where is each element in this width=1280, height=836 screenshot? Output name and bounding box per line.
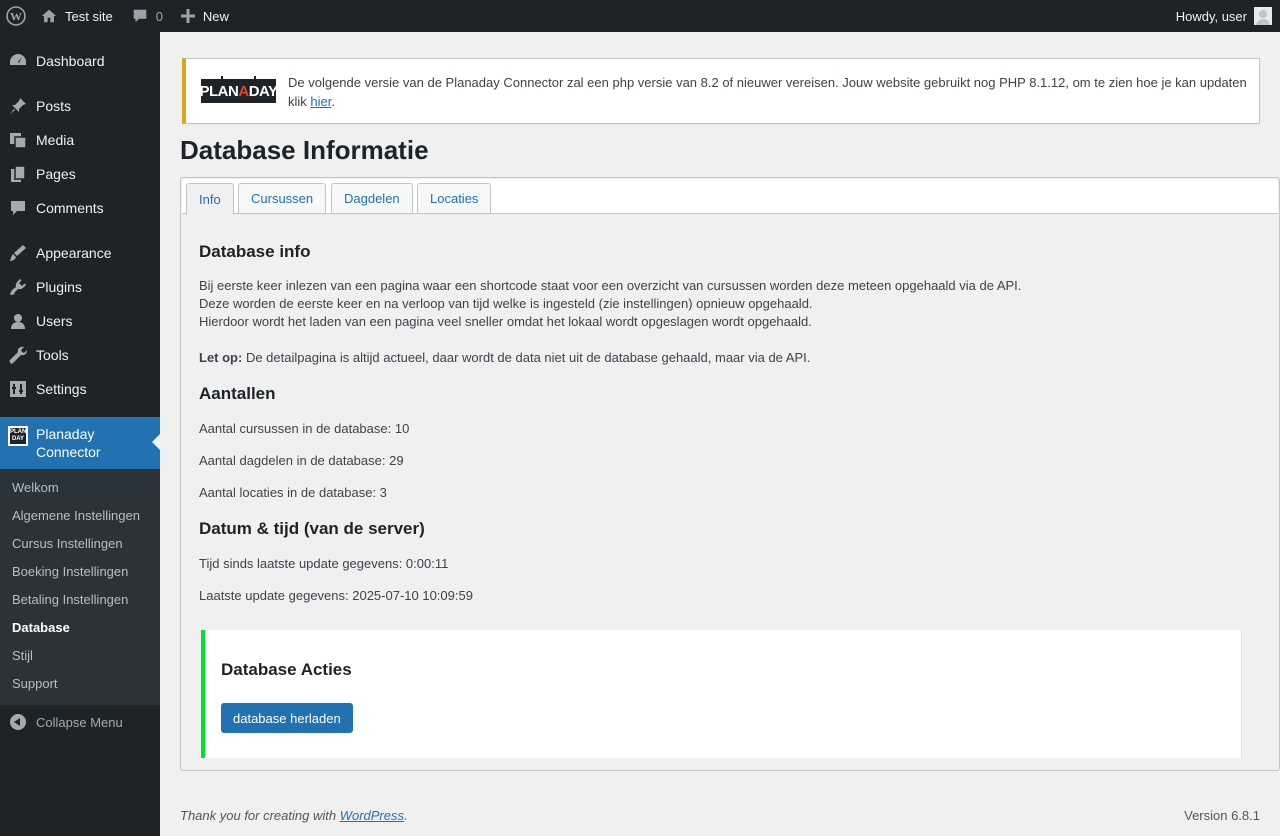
submenu-item-welkom[interactable]: Welkom	[12, 480, 59, 495]
last-update: Laatste update gegevens: 2025-07-10 10:0…	[199, 588, 473, 603]
brush-icon	[0, 243, 36, 263]
menu-item-pages[interactable]: Pages	[0, 157, 160, 191]
time-since-update: Tijd sinds laatste update gegevens: 0:00…	[199, 556, 449, 571]
note-label: Let op:	[199, 350, 243, 365]
collapse-label: Collapse Menu	[36, 714, 123, 730]
home-icon	[41, 9, 57, 23]
menu-item-tools[interactable]: Tools	[0, 338, 160, 372]
howdy-text: Howdy, user	[1175, 8, 1247, 24]
tab-bar: Info Cursussen Dagdelen Locaties	[182, 179, 1278, 215]
planaday-logo: PLAN A DAY	[200, 76, 278, 103]
menu-item-settings[interactable]: Settings	[0, 372, 160, 406]
current-arrow-icon	[152, 434, 160, 450]
menu-item-planaday-connector[interactable]: PLAN DAY Planaday Connector	[0, 417, 160, 469]
tabs-container: Info Cursussen Dagdelen Locaties Databas…	[180, 177, 1280, 771]
info-note: Let op: De detailpagina is altijd actuee…	[199, 349, 810, 367]
menu-item-posts[interactable]: Posts	[0, 89, 160, 123]
submenu-item-cursus-instellingen[interactable]: Cursus Instellingen	[12, 536, 123, 551]
menu-item-media[interactable]: Media	[0, 123, 160, 157]
menu-item-plugins[interactable]: Plugins	[0, 270, 160, 304]
new-label: New	[202, 8, 229, 24]
menu-item-dashboard[interactable]: Dashboard	[0, 44, 160, 78]
menu-item-comments[interactable]: Comments	[0, 191, 160, 225]
wordpress-link[interactable]: WordPress	[340, 808, 404, 823]
plug-icon	[0, 277, 36, 297]
submenu-item-support[interactable]: Support	[12, 676, 58, 691]
count-dagdelen: Aantal dagdelen in de database: 29	[199, 453, 404, 468]
database-actions-panel: Database Acties database herladen	[201, 630, 1242, 758]
tab-info[interactable]: Info	[186, 183, 234, 215]
info-line-2: Deze worden de eerste keer en na verloop…	[199, 296, 813, 311]
admin-bar: W Test site 0 New Howdy, user	[0, 0, 1280, 32]
menu-label: Media	[36, 132, 75, 148]
menu-label: Appearance	[36, 245, 112, 261]
plus-icon	[180, 9, 195, 23]
site-name-link[interactable]: Test site	[33, 0, 120, 32]
comment-icon	[0, 198, 36, 218]
settings-icon	[0, 379, 36, 399]
info-line-3: Hierdoor wordt het laden van een pagina …	[199, 314, 812, 329]
info-line-1: Bij eerste keer inlezen van een pagina w…	[199, 278, 1022, 293]
footer-version: Version 6.8.1	[1184, 808, 1260, 823]
menu-item-appearance[interactable]: Appearance	[0, 236, 160, 270]
planaday-logo-icon: PLAN DAY	[8, 426, 28, 446]
comments-count: 0	[155, 8, 163, 24]
datetime-heading: Datum & tijd (van de server)	[199, 519, 425, 538]
menu-label: Tools	[36, 347, 69, 363]
note-text: De detailpagina is altijd actueel, daar …	[242, 350, 811, 365]
submenu-item-algemene-instellingen[interactable]: Algemene Instellingen	[12, 508, 140, 523]
comments-link[interactable]: 0	[124, 0, 170, 32]
menu-label: Pages	[36, 166, 76, 182]
menu-label: Users	[36, 313, 73, 329]
footer-thanks: Thank you for creating with WordPress.	[180, 808, 408, 823]
menu-label: Dashboard	[36, 53, 105, 69]
admin-menu: Dashboard Posts Media Pages Comments App…	[0, 32, 160, 836]
wordpress-logo-icon[interactable]: W	[0, 0, 33, 32]
collapse-menu-button[interactable]: Collapse Menu	[0, 705, 160, 739]
my-account-link[interactable]: Howdy, user	[1169, 0, 1280, 32]
menu-item-users[interactable]: Users	[0, 304, 160, 338]
avatar	[1254, 7, 1272, 25]
collapse-icon	[10, 714, 26, 730]
submenu-item-boeking-instellingen[interactable]: Boeking Instellingen	[12, 564, 128, 579]
menu-label: Connector	[36, 444, 101, 460]
database-info-heading: Database info	[199, 242, 311, 261]
counts-heading: Aantallen	[199, 384, 276, 403]
submenu-item-database[interactable]: Database	[12, 620, 70, 635]
dashboard-icon	[0, 51, 36, 71]
tab-cursussen[interactable]: Cursussen	[238, 183, 327, 214]
pages-icon	[0, 164, 36, 184]
reload-database-button[interactable]: database herladen	[221, 703, 353, 733]
site-name: Test site	[65, 8, 113, 24]
new-content-link[interactable]: New	[174, 0, 236, 32]
menu-label: Settings	[36, 381, 87, 397]
notice-message: De volgende versie van de Planaday Conne…	[288, 75, 1247, 109]
comment-icon	[133, 9, 146, 23]
tab-locaties[interactable]: Locaties	[417, 183, 492, 214]
user-icon	[0, 311, 36, 331]
wrench-icon	[0, 345, 36, 365]
count-locaties: Aantal locaties in de database: 3	[199, 485, 387, 500]
menu-label: Posts	[36, 98, 72, 114]
menu-label: Plugins	[36, 279, 82, 295]
svg-text:W: W	[10, 10, 22, 24]
pin-icon	[0, 96, 36, 116]
submenu-item-betaling-instellingen[interactable]: Betaling Instellingen	[12, 592, 128, 607]
page-title: Database Informatie	[180, 135, 429, 165]
menu-label: Planaday	[36, 426, 95, 442]
tab-dagdelen[interactable]: Dagdelen	[331, 183, 413, 214]
menu-label: Comments	[36, 200, 104, 216]
database-actions-heading: Database Acties	[221, 660, 352, 679]
php-version-notice: PLAN A DAY De volgende versie van de Plana…	[182, 58, 1260, 124]
submenu: Welkom Algemene Instellingen Cursus Inst…	[0, 469, 160, 705]
notice-link-hier[interactable]: hier	[310, 94, 331, 109]
submenu-item-stijl[interactable]: Stijl	[12, 648, 33, 663]
count-cursussen: Aantal cursussen in de database: 10	[199, 421, 410, 436]
media-icon	[0, 130, 36, 150]
